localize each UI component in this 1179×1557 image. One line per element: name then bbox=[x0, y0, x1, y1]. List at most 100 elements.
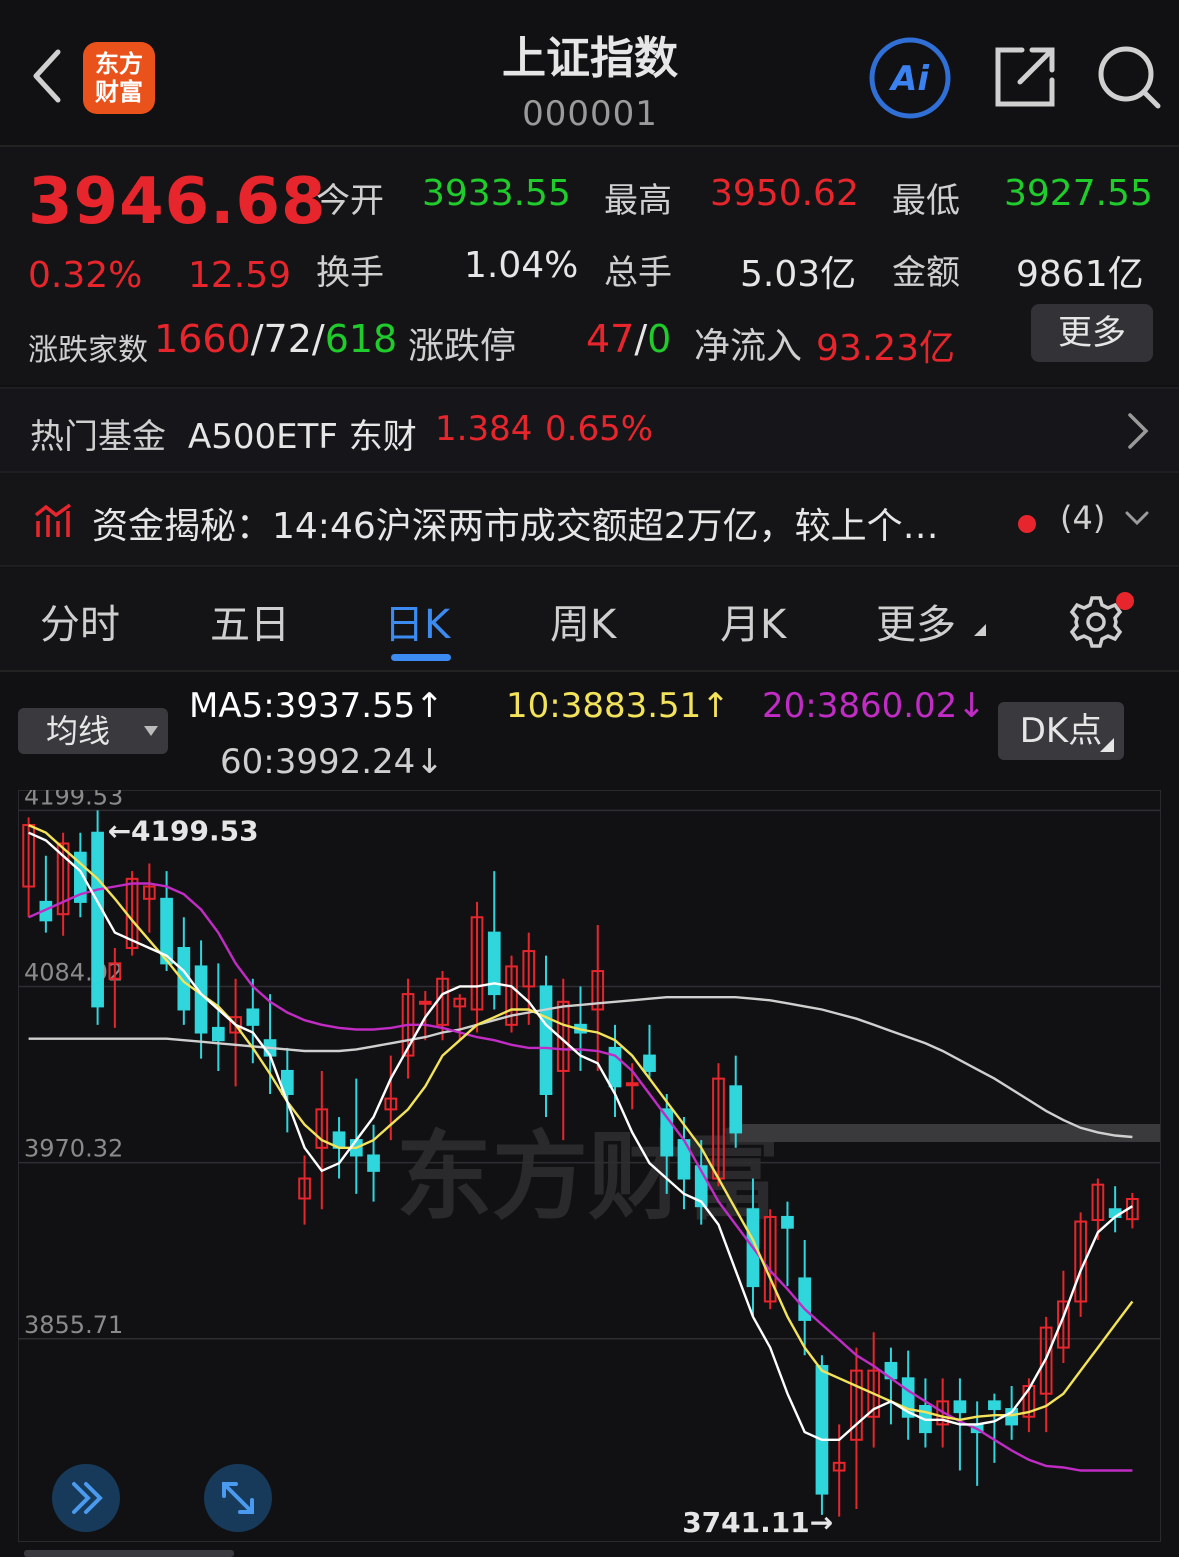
ma10-value: 10:3883.51↑ bbox=[506, 686, 730, 726]
change-value: 12.59 bbox=[188, 255, 292, 296]
min-price-label: 3741.11→ bbox=[682, 1506, 833, 1539]
candle-body bbox=[418, 1000, 432, 1005]
candlestick-chart[interactable]: 东方财富 4199.53 4084.92 3970.32 3855.71 ←4199.… bbox=[18, 782, 1161, 1542]
indicator-select-label: 均线 bbox=[46, 712, 111, 750]
ai-assistant-icon[interactable]: Ai bbox=[868, 36, 952, 120]
expand-arrows-icon bbox=[222, 1482, 254, 1514]
svg-text:Ai: Ai bbox=[888, 59, 930, 99]
y-tick-label: 4084.92 bbox=[24, 959, 123, 987]
candle-body bbox=[539, 985, 553, 1095]
fund-price: 1.384 bbox=[435, 409, 533, 449]
y-tick-label: 4199.53 bbox=[24, 790, 123, 810]
fund-name: A500ETF 东财 bbox=[188, 417, 417, 457]
low-label: 最低 bbox=[892, 181, 960, 221]
share-icon[interactable] bbox=[994, 44, 1058, 108]
fullscreen-button[interactable] bbox=[204, 1464, 272, 1532]
dropdown-triangle-icon bbox=[144, 726, 158, 736]
volume-label: 总手 bbox=[604, 253, 672, 293]
app-header: 东方 财富 上证指数 000001 Ai bbox=[0, 0, 1179, 147]
net-inflow-value: 93.23亿 bbox=[816, 328, 956, 369]
change-percent: 0.32% bbox=[28, 255, 143, 296]
high-value: 3950.62 bbox=[710, 173, 859, 214]
page-title: 上证指数 bbox=[502, 33, 678, 84]
tab-more[interactable]: 更多 bbox=[876, 592, 956, 650]
expand-sidebar-button[interactable] bbox=[52, 1464, 120, 1532]
capital-flow-icon bbox=[34, 503, 74, 543]
news-ticker[interactable]: 资金揭秘：14:46沪深两市成交额超2万亿，较上个… (4) bbox=[0, 473, 1179, 567]
flat-count: 72 bbox=[263, 317, 312, 361]
turnover-label: 换手 bbox=[316, 253, 384, 293]
bottom-scroll-indicator bbox=[24, 1550, 234, 1557]
news-headline: 资金揭秘：14:46沪深两市成交额超2万亿，较上个… bbox=[92, 506, 939, 547]
active-tab-indicator bbox=[391, 654, 451, 661]
ma-indicator-row: 均线 MA5:3937.55↑ 10:3883.51↑ 20:3860.02↓ … bbox=[0, 672, 1179, 787]
settings-badge-dot bbox=[1116, 592, 1134, 610]
advance-decline: 1660/72/618 bbox=[154, 317, 398, 361]
advance-count: 1660 bbox=[154, 317, 251, 361]
candle-body bbox=[953, 1400, 967, 1414]
limit-down-count: 0 bbox=[647, 317, 672, 361]
current-price: 3946.68 bbox=[28, 165, 327, 239]
limit-counts: 47/0 bbox=[586, 317, 672, 361]
high-label: 最高 bbox=[604, 181, 672, 221]
logo-text-line2: 财富 bbox=[95, 78, 143, 106]
candle-body bbox=[729, 1085, 743, 1134]
dk-corner-icon bbox=[1100, 738, 1114, 752]
hot-fund-row[interactable]: 热门基金 A500ETF 东财 1.384 0.65% bbox=[0, 387, 1179, 473]
max-price-label: ←4199.53 bbox=[108, 814, 259, 847]
candle-body bbox=[643, 1054, 656, 1072]
candle-body bbox=[367, 1154, 380, 1172]
fund-percent: 0.65% bbox=[545, 409, 654, 449]
logo-text-line1: 东方 bbox=[95, 50, 143, 78]
chart-canvas: 东方财富 4199.53 4084.92 3970.32 3855.71 ←4199.… bbox=[18, 782, 1161, 1542]
decline-count: 618 bbox=[324, 317, 398, 361]
tab-five-day[interactable]: 五日 bbox=[210, 592, 290, 650]
quote-panel: 3946.68 0.32% 12.59 今开 3933.55 最高 3950.6… bbox=[0, 147, 1179, 385]
candle-body bbox=[246, 1008, 260, 1026]
y-tick-label: 3970.32 bbox=[24, 1135, 123, 1163]
app-logo[interactable]: 东方 财富 bbox=[83, 42, 155, 114]
y-tick-label: 3855.71 bbox=[24, 1311, 123, 1339]
hot-fund-label: 热门基金 bbox=[30, 417, 166, 457]
ma5-value: MA5:3937.55↑ bbox=[189, 686, 444, 726]
tab-intraday[interactable]: 分时 bbox=[40, 592, 120, 650]
dk-point-button[interactable]: DK点 bbox=[998, 702, 1124, 760]
candle-body bbox=[625, 1082, 639, 1087]
amount-value: 9861亿 bbox=[1016, 254, 1144, 295]
volume-value: 5.03亿 bbox=[740, 254, 857, 295]
limit-label: 涨跌停 bbox=[408, 326, 517, 367]
indicator-select[interactable]: 均线 bbox=[18, 708, 168, 754]
more-quote-button[interactable]: 更多 bbox=[1031, 304, 1153, 362]
open-value: 3933.55 bbox=[422, 173, 571, 214]
double-chevron-right-icon bbox=[72, 1482, 103, 1514]
back-icon[interactable] bbox=[28, 44, 68, 108]
open-label: 今开 bbox=[316, 181, 384, 221]
breadth-label: 涨跌家数 bbox=[28, 333, 148, 368]
chart-period-tabs: 分时 五日 日K 周K 月K 更多 bbox=[0, 568, 1179, 672]
more-corner-icon bbox=[974, 624, 986, 636]
net-inflow-label: 净流入 bbox=[694, 326, 803, 367]
search-icon[interactable] bbox=[1096, 44, 1162, 110]
tab-weekly-k[interactable]: 周K bbox=[550, 592, 616, 650]
candle-body bbox=[815, 1365, 829, 1495]
stock-code: 000001 bbox=[522, 94, 658, 134]
tab-monthly-k[interactable]: 月K bbox=[720, 592, 786, 650]
unread-dot bbox=[1018, 515, 1036, 533]
chevron-down-icon[interactable] bbox=[1124, 509, 1150, 531]
news-count: (4) bbox=[1060, 499, 1106, 537]
ma20-value: 20:3860.02↓ bbox=[762, 686, 986, 726]
amount-label: 金额 bbox=[892, 253, 960, 293]
candle-body bbox=[211, 1026, 225, 1042]
turnover-value: 1.04% bbox=[464, 245, 579, 286]
candle-body bbox=[91, 831, 104, 1008]
tab-daily-k[interactable]: 日K bbox=[384, 592, 450, 650]
watermark: 东方财富 bbox=[396, 1121, 780, 1233]
ma60-value: 60:3992.24↓ bbox=[220, 742, 444, 782]
candle-body bbox=[988, 1400, 1001, 1411]
dk-point-label: DK点 bbox=[1019, 711, 1103, 751]
limit-up-count: 47 bbox=[586, 317, 635, 361]
candle-body bbox=[781, 1215, 794, 1229]
candle-body bbox=[194, 965, 208, 1034]
chevron-right-icon bbox=[1126, 411, 1150, 455]
low-value: 3927.55 bbox=[1004, 173, 1153, 214]
